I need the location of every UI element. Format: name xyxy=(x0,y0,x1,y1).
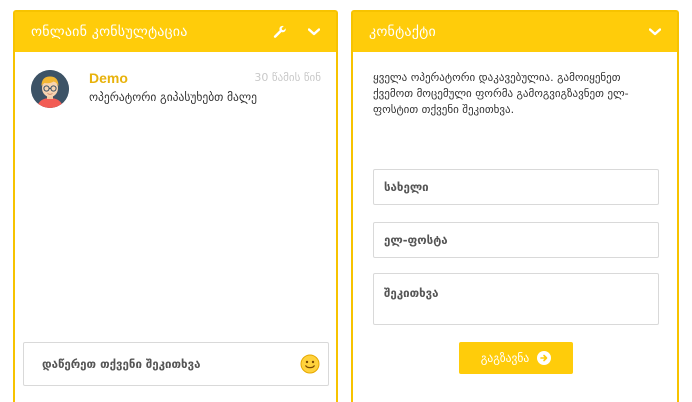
chevron-down-icon[interactable] xyxy=(645,22,665,42)
chat-input-box xyxy=(23,342,329,386)
chat-message-input[interactable] xyxy=(40,356,300,372)
chat-title: ონლაინ კონსულტაცია xyxy=(31,24,188,40)
contact-header[interactable]: კონტაქტი xyxy=(353,12,677,52)
contact-title: კონტაქტი xyxy=(369,24,436,40)
name-field[interactable] xyxy=(373,169,659,205)
question-field[interactable] xyxy=(373,273,659,325)
smiley-icon[interactable] xyxy=(300,354,320,374)
chevron-down-icon[interactable] xyxy=(304,22,324,42)
contact-panel: კონტაქტი ყველა ოპერატორი დაკავებულია. გა… xyxy=(351,10,679,402)
arrow-right-circle-icon xyxy=(537,351,552,365)
send-button-label: გაგზავნა xyxy=(480,351,530,365)
message-author: Demo xyxy=(89,70,128,86)
send-button[interactable]: გაგზავნა xyxy=(459,342,573,374)
message-text: ოპერატორი გიპასუხებთ მალე xyxy=(89,90,257,104)
message-timestamp: 30 წამის წინ xyxy=(254,71,321,84)
operator-avatar xyxy=(31,70,69,108)
wrench-icon[interactable] xyxy=(270,22,290,42)
chat-header[interactable]: ონლაინ კონსულტაცია xyxy=(15,12,336,52)
email-field[interactable] xyxy=(373,222,659,258)
contact-intro-text: ყველა ოპერატორი დაკავებულია. გამოიყენეთ … xyxy=(373,71,629,116)
chat-panel: ონლაინ კონსულტაცია Demo 30 წამის წინ ოპე… xyxy=(13,10,338,402)
